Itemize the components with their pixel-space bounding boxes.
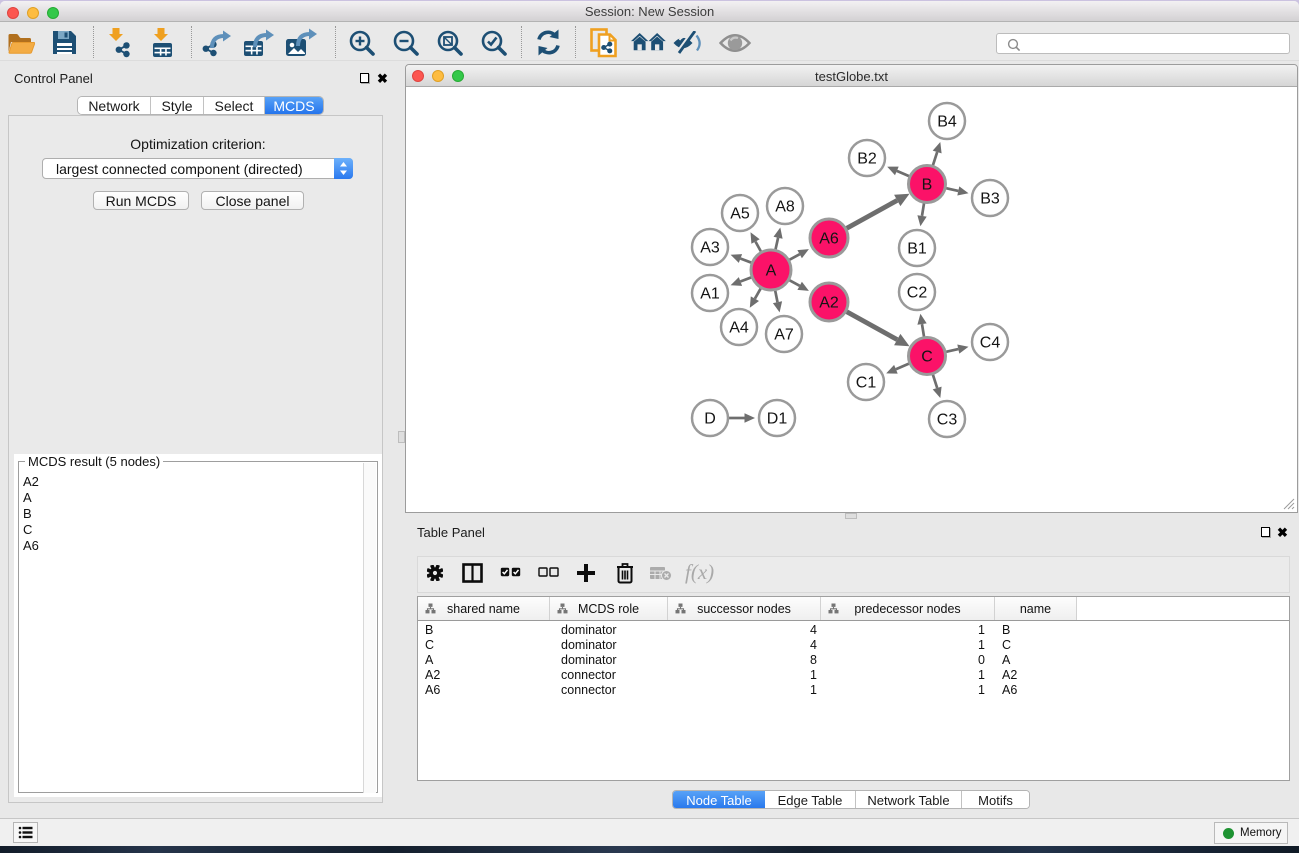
svg-text:B2: B2 [857,151,877,168]
svg-text:D: D [704,411,716,428]
svg-text:B4: B4 [937,114,957,131]
svg-text:B1: B1 [907,241,927,258]
svg-text:A4: A4 [729,320,749,337]
svg-text:A2: A2 [819,295,839,312]
svg-text:C: C [921,349,933,366]
svg-text:A1: A1 [700,286,720,303]
svg-text:A: A [766,263,777,280]
svg-text:A7: A7 [774,327,794,344]
svg-text:A5: A5 [730,206,750,223]
svg-text:A3: A3 [700,240,720,257]
svg-text:C1: C1 [856,375,877,392]
svg-text:A6: A6 [819,231,839,248]
svg-text:A8: A8 [775,199,795,216]
svg-text:B: B [922,177,933,194]
svg-text:C3: C3 [937,412,958,429]
svg-text:C4: C4 [980,335,1001,352]
svg-text:B3: B3 [980,191,1000,208]
svg-text:C2: C2 [907,285,928,302]
svg-text:D1: D1 [767,411,788,428]
